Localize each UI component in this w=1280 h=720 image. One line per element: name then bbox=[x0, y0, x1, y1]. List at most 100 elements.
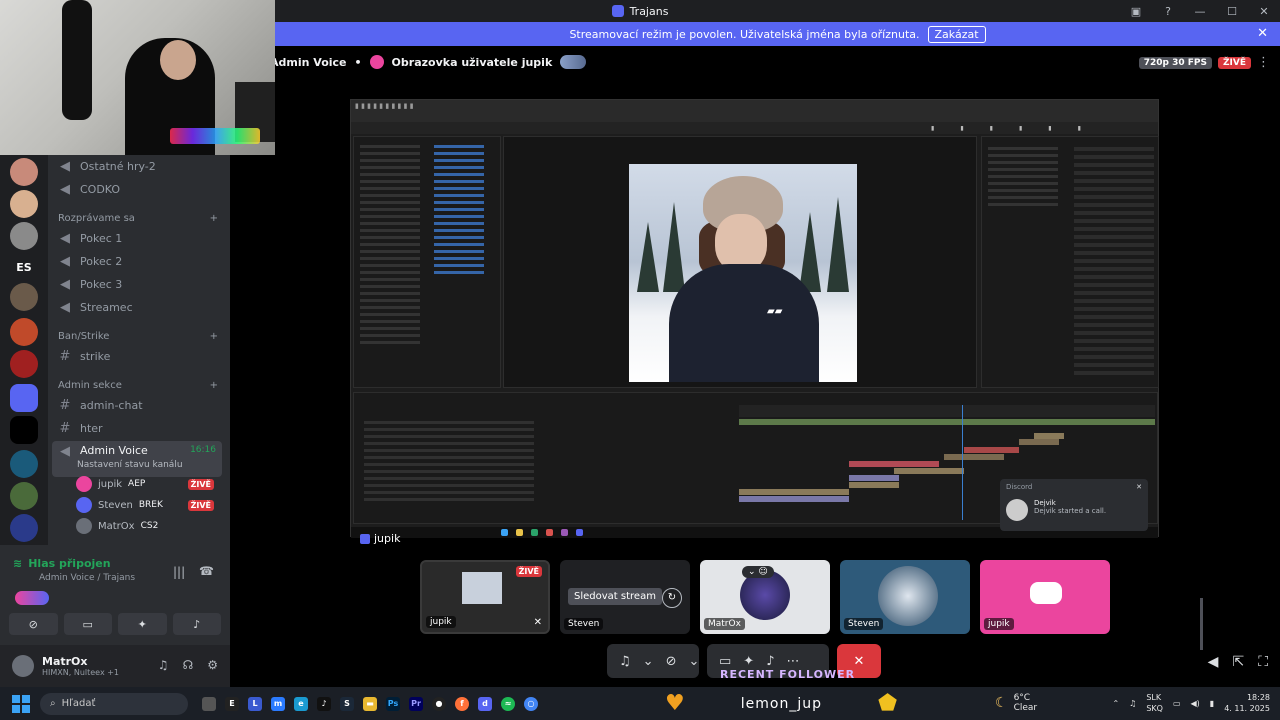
server-icon[interactable] bbox=[10, 350, 38, 378]
participant-tile[interactable]: ŽIVĚ jupik ✕ bbox=[420, 560, 550, 634]
participant-tile[interactable]: ⌄ ☺ MatrOx bbox=[700, 560, 830, 634]
category-header[interactable]: Ban/Strike + bbox=[58, 331, 218, 345]
text-channel[interactable]: # hter bbox=[52, 417, 222, 439]
server-icon[interactable] bbox=[10, 222, 38, 250]
network-icon[interactable]: ▭ bbox=[1173, 698, 1181, 709]
microphone-icon[interactable]: ♫ bbox=[619, 654, 631, 669]
server-icon[interactable] bbox=[10, 450, 38, 478]
watch-icon[interactable]: ↻ bbox=[662, 588, 682, 608]
chevron-down-icon[interactable]: ⌄ bbox=[643, 654, 654, 669]
call-notification[interactable]: Discord ✕ Dejvik Dejvik started a call. bbox=[1000, 479, 1148, 531]
inbox-icon[interactable]: ▣ bbox=[1120, 5, 1152, 18]
folder-icon[interactable] bbox=[10, 384, 38, 412]
channel-status[interactable]: Nastavení stavu kanálu bbox=[77, 460, 183, 470]
participant-tile[interactable]: Steven bbox=[840, 560, 970, 634]
obs-icon[interactable]: ● bbox=[432, 696, 446, 711]
weather-widget[interactable]: ☾ 6°C Clear bbox=[995, 693, 1037, 713]
close-banner-icon[interactable]: ✕ bbox=[1257, 26, 1268, 41]
window-title: Trajans bbox=[611, 5, 668, 18]
add-channel-icon[interactable]: + bbox=[210, 380, 218, 394]
clock[interactable]: 18:28 4. 11. 2025 bbox=[1224, 692, 1270, 714]
spotify-icon[interactable]: ≈ bbox=[501, 696, 515, 711]
minimize-button[interactable]: — bbox=[1184, 5, 1216, 18]
activities-icon[interactable]: ✦ bbox=[743, 654, 754, 669]
server-icon[interactable] bbox=[10, 318, 38, 346]
microphone-tray-icon[interactable]: ♫ bbox=[1129, 698, 1136, 709]
help-icon[interactable]: ? bbox=[1152, 5, 1184, 18]
voice-member[interactable]: jupik AEP ŽIVĚ bbox=[76, 474, 220, 494]
voice-channel[interactable]: ◀ Streamec bbox=[52, 296, 222, 318]
noise-suppression-icon[interactable]: ||| bbox=[173, 565, 185, 579]
launcher-icon[interactable]: L bbox=[248, 696, 262, 711]
volume-slider[interactable] bbox=[1200, 598, 1203, 650]
disconnect-icon[interactable]: ☎ bbox=[199, 564, 214, 578]
soundboard-button[interactable]: ♪ bbox=[172, 613, 221, 635]
server-icon[interactable] bbox=[10, 416, 38, 444]
avatar[interactable] bbox=[12, 655, 34, 677]
voice-channel[interactable]: ◀ Pokec 2 bbox=[52, 250, 222, 272]
category-header[interactable]: Rozprávame sa + bbox=[58, 213, 218, 227]
voice-channel[interactable]: ◀ CODKO bbox=[52, 178, 222, 200]
steam-icon[interactable]: S bbox=[340, 696, 354, 711]
category-header[interactable]: Admin sekce + bbox=[58, 380, 218, 394]
add-friend-icon[interactable]: ⌄ ☺ bbox=[742, 566, 774, 578]
headphones-icon[interactable]: ☊ bbox=[183, 658, 194, 672]
settings-icon[interactable]: ⚙ bbox=[207, 658, 218, 672]
screen-share-icon[interactable]: ▭ bbox=[719, 654, 731, 669]
messenger-icon[interactable]: m bbox=[271, 696, 285, 711]
voice-member[interactable]: MatrOx CS2 bbox=[76, 516, 220, 536]
server-icon[interactable] bbox=[10, 482, 38, 510]
add-channel-icon[interactable]: + bbox=[210, 213, 218, 227]
more-icon[interactable]: ⋮ bbox=[1257, 55, 1270, 70]
battery-icon[interactable]: ▮ bbox=[1210, 698, 1214, 709]
premiere-icon[interactable]: Pr bbox=[409, 696, 423, 711]
camera-button[interactable]: ⊘ bbox=[9, 613, 58, 635]
server-icon[interactable] bbox=[10, 190, 38, 218]
volume-icon[interactable]: ◀ bbox=[1208, 654, 1219, 670]
server-icon-es[interactable]: ES bbox=[10, 253, 38, 281]
participant-tile[interactable]: jupik bbox=[980, 560, 1110, 634]
chevron-up-icon[interactable]: ⌃ bbox=[1112, 698, 1119, 709]
server-icon[interactable] bbox=[10, 158, 38, 186]
chrome-icon[interactable]: ○ bbox=[524, 696, 538, 711]
camera-off-icon[interactable]: ⊘ bbox=[666, 654, 677, 669]
server-icon[interactable] bbox=[10, 514, 38, 542]
discord-icon[interactable]: d bbox=[478, 696, 492, 711]
activities-button[interactable]: ✦ bbox=[118, 613, 167, 635]
firefox-icon[interactable]: f bbox=[455, 696, 469, 711]
text-channel[interactable]: # admin-chat bbox=[52, 394, 222, 416]
language-indicator[interactable]: SLK SKQ bbox=[1146, 692, 1163, 714]
close-button[interactable]: ✕ bbox=[1248, 5, 1280, 18]
tiktok-icon[interactable]: ♪ bbox=[317, 696, 331, 711]
voice-channel[interactable]: ◀ Pokec 1 bbox=[52, 227, 222, 249]
start-button[interactable] bbox=[12, 694, 30, 713]
epic-games-icon[interactable]: E bbox=[225, 696, 239, 711]
voice-member[interactable]: Steven BREK ŽIVĚ bbox=[76, 495, 220, 515]
taskbar-search[interactable]: ⌕ Hľadať bbox=[40, 692, 188, 715]
text-channel[interactable]: # strike bbox=[52, 345, 222, 367]
toast-close-icon[interactable]: ✕ bbox=[1136, 483, 1142, 491]
chevron-down-icon[interactable]: ⌄ bbox=[688, 654, 699, 669]
disable-button[interactable]: Zakázat bbox=[927, 25, 986, 43]
participant-tile[interactable]: Sledovat stream ↻ Steven bbox=[560, 560, 690, 634]
task-view-icon[interactable] bbox=[202, 696, 216, 711]
voice-channel[interactable]: ◀ Ostatné hry-2 bbox=[52, 155, 222, 177]
file-explorer-icon[interactable]: ▬ bbox=[363, 696, 377, 711]
photoshop-icon[interactable]: Ps bbox=[386, 696, 400, 711]
voice-channel[interactable]: ◀ Pokec 3 bbox=[52, 273, 222, 295]
popout-icon[interactable]: ⇱ bbox=[1232, 654, 1244, 670]
add-channel-icon[interactable]: + bbox=[210, 331, 218, 345]
voice-status[interactable]: ≋ Hlas připojen bbox=[13, 557, 111, 570]
fullscreen-icon[interactable]: ⛶ bbox=[1258, 654, 1268, 670]
active-voice-channel[interactable]: ◀ Admin Voice Nastavení stavu kanálu 16:… bbox=[52, 441, 222, 477]
more-icon[interactable]: ⋯ bbox=[787, 654, 800, 669]
edge-icon[interactable]: e bbox=[294, 696, 308, 711]
maximize-button[interactable]: ☐ bbox=[1216, 5, 1248, 18]
screen-share-button[interactable]: ▭ bbox=[63, 613, 112, 635]
viewer-avatars[interactable] bbox=[560, 55, 587, 69]
volume-tray-icon[interactable]: ◀) bbox=[1191, 698, 1200, 709]
server-icon[interactable] bbox=[10, 283, 38, 311]
watch-stream-button[interactable]: Sledovat stream bbox=[568, 588, 662, 605]
soundboard-icon[interactable]: ♪ bbox=[766, 654, 774, 669]
microphone-icon[interactable]: ♫ bbox=[158, 658, 169, 672]
